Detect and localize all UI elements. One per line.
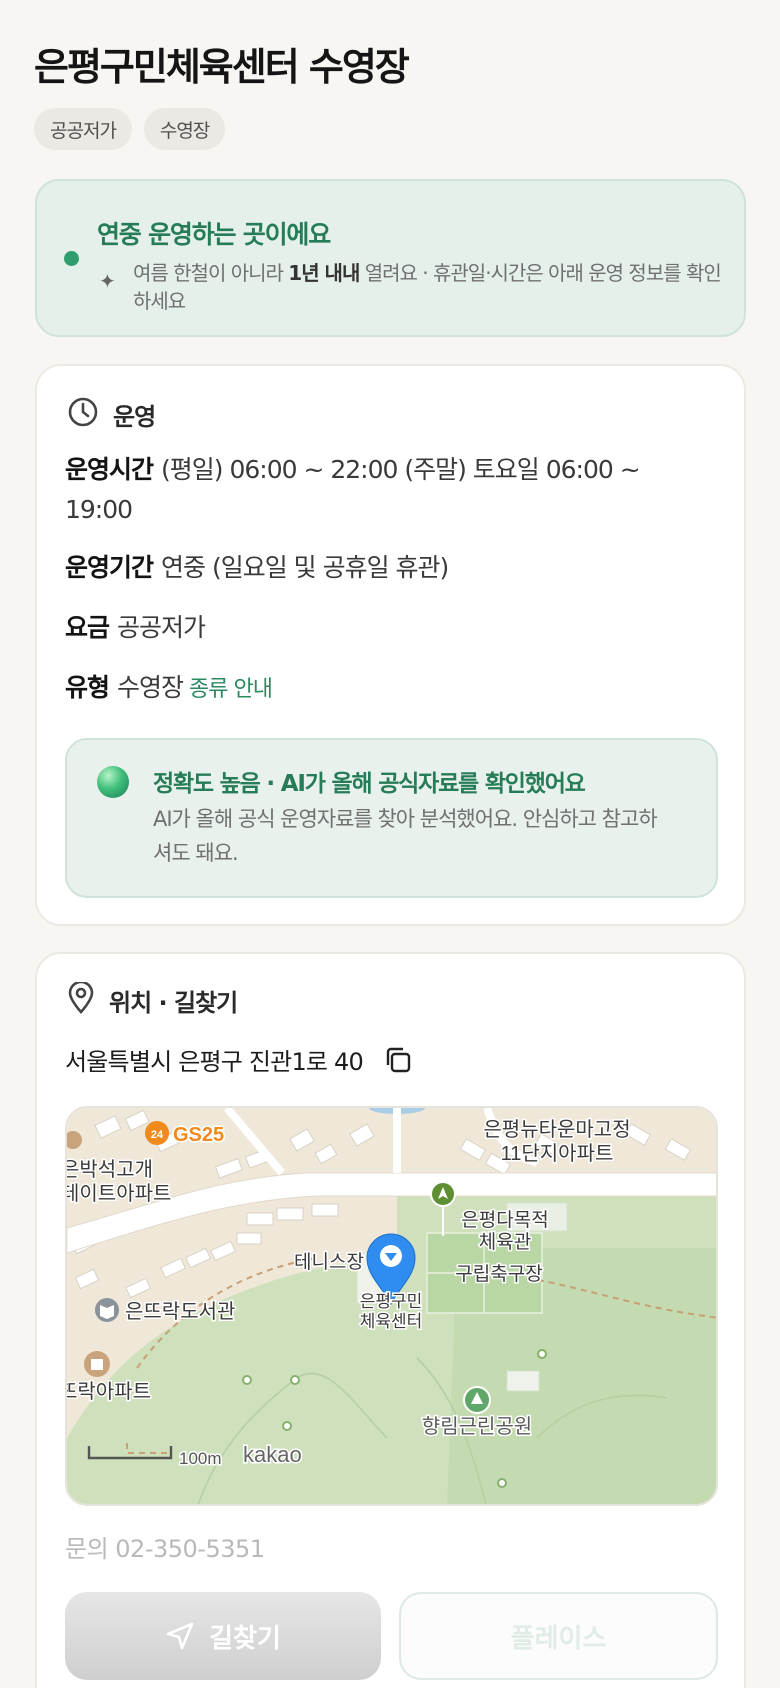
route-button-label: 길찾기 <box>209 1623 281 1654</box>
address-row: 서울특별시 은평구 진관1로 40 <box>65 1042 413 1077</box>
tag-price[interactable]: 공공저가 <box>34 108 132 150</box>
type-label: 유형 <box>65 673 110 702</box>
notice-description: 여름 한철이 아니라 1년 내내 열려요 · 휴관일·시간은 아래 운영 정보를… <box>133 259 733 315</box>
map-label-center-2: 체육센터 <box>360 1312 423 1331</box>
map-label-apt-top-right-2: 11단지아파트 <box>501 1142 614 1165</box>
period-value: 연중 (일요일 및 공휴일 휴관) <box>161 553 449 582</box>
period-label: 운영기간 <box>65 553 154 582</box>
sparkle-icon: ✦ <box>99 269 116 293</box>
place-button[interactable]: 플레이스 <box>399 1592 718 1680</box>
fee-value: 공공저가 <box>117 613 206 642</box>
page-title: 은평구민체육센터 수영장 <box>34 45 410 89</box>
copy-icon <box>386 1047 411 1072</box>
map-label-football: 구립축구장 <box>455 1263 542 1285</box>
operation-card: 운영 운영시간 (평일) 06:00 ~ 22:00 (주말) 토요일 06:00… <box>35 364 746 926</box>
map-brand-logo: kakao <box>243 1442 302 1467</box>
tag-type[interactable]: 수영장 <box>143 108 226 150</box>
location-header: 위치 · 길찾기 <box>67 980 238 1018</box>
ai-orb-icon <box>97 766 129 798</box>
map-label-gym-1: 은평다목적 <box>461 1209 548 1231</box>
map-label-center-1: 은평구민 <box>360 1292 423 1311</box>
location-pin-icon <box>67 980 95 1018</box>
ai-description: AI가 올해 공식 운영자료를 찾아 분석했어요. 안심하고 참고하셔도 돼요. <box>153 807 658 865</box>
map-label-apt-left-1: 은박석고개 <box>67 1158 153 1181</box>
address-text: 서울특별시 은평구 진관1로 40 <box>65 1048 364 1076</box>
notice-desc-pre: 여름 한철이 아니라 <box>133 261 289 285</box>
contact-phone[interactable]: 문의 02-350-5351 <box>65 1529 265 1564</box>
map-label-library: 은뜨락도서관 <box>125 1300 235 1323</box>
fee-label: 요금 <box>65 613 110 642</box>
notice-desc-bold: 1년 내내 <box>288 261 360 285</box>
notice-title: 연중 운영하는 곳이에요 <box>97 220 331 249</box>
period-row: 운영기간 연중 (일요일 및 공휴일 휴관) <box>65 548 695 588</box>
operation-header: 운영 <box>67 396 156 432</box>
place-button-label: 플레이스 <box>510 1623 607 1654</box>
year-round-notice: 연중 운영하는 곳이에요 ✦ 여름 한철이 아니라 1년 내내 열려요 · 휴관… <box>35 179 746 337</box>
location-title: 위치 · 길찾기 <box>109 988 238 1017</box>
location-card: 위치 · 길찾기 서울특별시 은평구 진관1로 40 24 GS25 은박석고개… <box>35 952 746 1688</box>
type-guide-link[interactable]: 종류 안내 <box>189 677 273 702</box>
type-row: 유형 수영장 종류 안내 <box>65 668 695 710</box>
type-value: 수영장 <box>117 673 184 702</box>
ai-accuracy-box: 정확도 높음 · AI가 올해 공식자료를 확인했어요 AI가 올해 공식 운영… <box>65 738 718 898</box>
map-label-tennis: 테니스장 <box>294 1251 364 1273</box>
hours-row: 운영시간 (평일) 06:00 ~ 22:00 (주말) 토요일 06:00 ~ … <box>65 450 695 530</box>
fee-row: 요금 공공저가 <box>65 608 695 648</box>
map-label-gs25: GS25 <box>173 1124 224 1146</box>
navigation-arrow-icon <box>166 1622 194 1650</box>
tag-list: 공공저가 수영장 <box>34 108 226 150</box>
route-button[interactable]: 길찾기 <box>65 1592 381 1680</box>
ai-title: 정확도 높음 · AI가 올해 공식자료를 확인했어요 <box>153 771 586 797</box>
copy-address-button[interactable] <box>383 1045 413 1075</box>
map-view[interactable]: 24 GS25 은박석고개 테이트아파트 은평뉴타운마고정 11단지아파트 은평… <box>65 1106 718 1506</box>
map-label-gym-2: 체육관 <box>479 1231 531 1253</box>
clock-icon <box>67 396 99 432</box>
operation-title: 운영 <box>113 402 156 431</box>
map-label-park: 향림근린공원 <box>422 1415 532 1438</box>
map-scale-label: 100m <box>179 1449 222 1468</box>
hours-label: 운영시간 <box>65 455 154 484</box>
map-label-apt-bottom-left: 뜨락아파트 <box>67 1380 151 1403</box>
status-dot <box>64 251 79 266</box>
map-label-apt-top-right-1: 은평뉴타운마고정 <box>483 1118 630 1141</box>
svg-text:24: 24 <box>151 1129 164 1141</box>
map-label-apt-left-2: 테이트아파트 <box>67 1182 171 1205</box>
